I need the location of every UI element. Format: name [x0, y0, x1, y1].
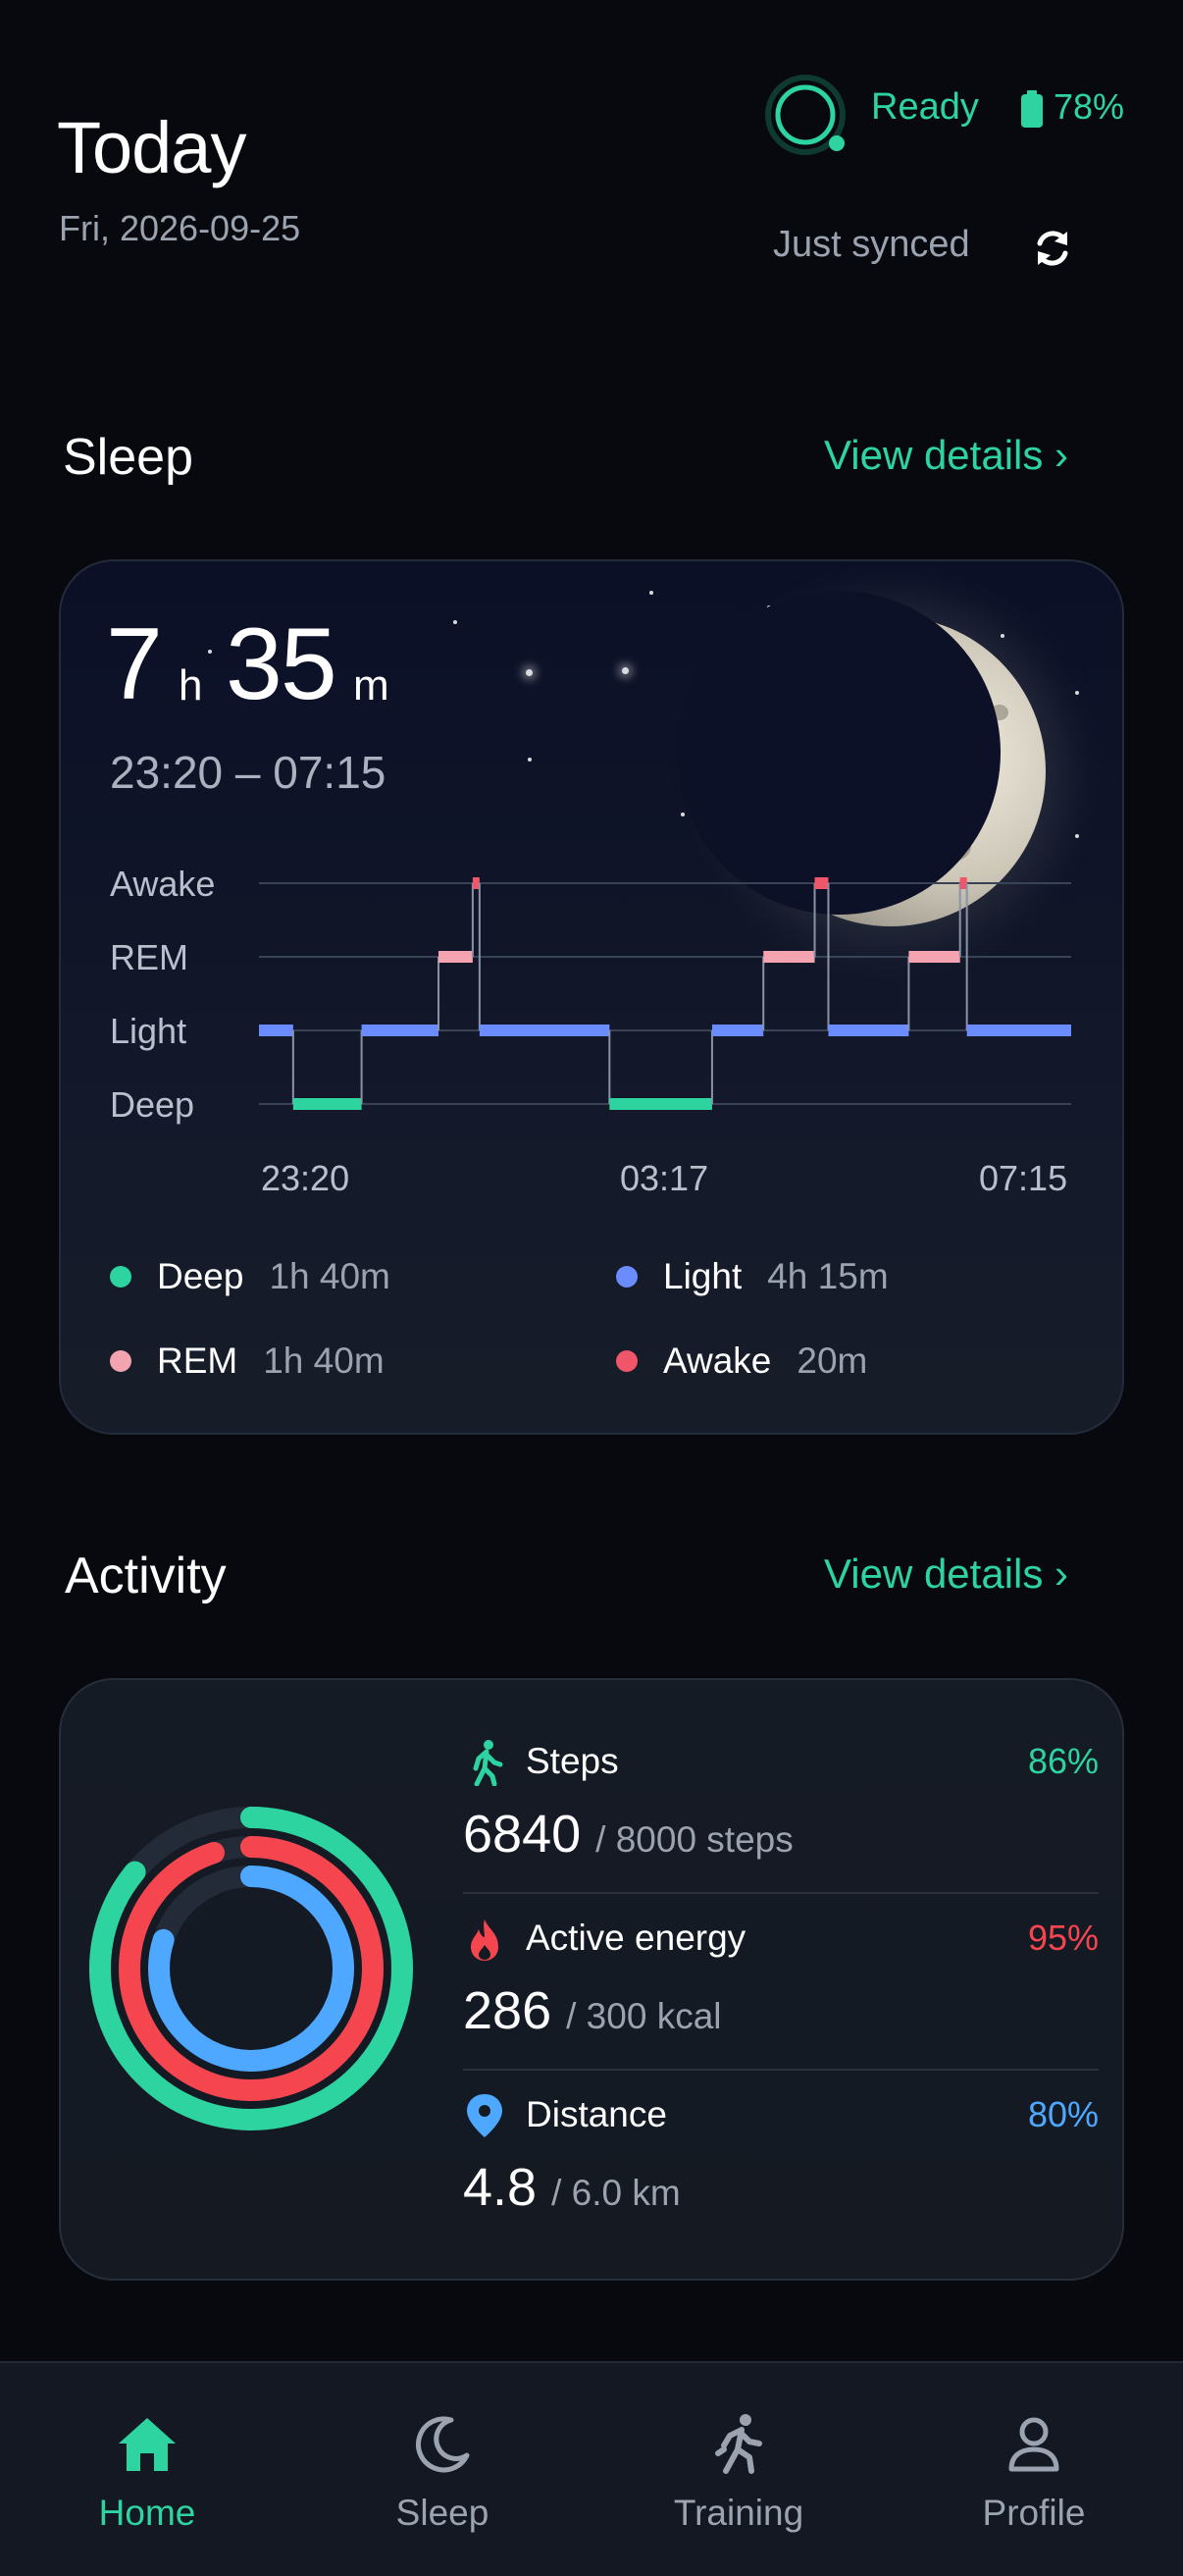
hypnogram-segment-light: [828, 1025, 909, 1036]
hypnogram-segment-light: [259, 1025, 293, 1036]
activity-rings: [89, 1807, 413, 2130]
nav-label: Training: [673, 2493, 804, 2533]
nav-item-training[interactable]: Training: [631, 2410, 847, 2534]
hypnogram-segment-light: [711, 1025, 764, 1036]
legend-value: 20m: [797, 1341, 868, 1381]
metric-value-row: 4.8 / 6.0 km: [463, 2157, 681, 2218]
page-date: Fri, 2026-09-25: [59, 208, 301, 248]
hypnogram-segment-rem: [438, 951, 473, 963]
legend-deep: Deep 1h 40m: [110, 1256, 390, 1297]
legend-value: 4h 15m: [767, 1256, 889, 1296]
activity-card[interactable]: Steps 86% 6840 / 8000 steps Active energ…: [59, 1678, 1124, 2281]
page-title: Today: [57, 107, 246, 188]
time-axis-end: 07:15: [979, 1158, 1068, 1198]
legend-value: 1h 40m: [263, 1341, 385, 1381]
nav-item-sleep[interactable]: Sleep: [334, 2410, 550, 2534]
activity-section-title: Activity: [65, 1548, 227, 1604]
hypnogram-segment-rem: [908, 951, 960, 963]
device-status-icon[interactable]: [763, 73, 848, 157]
nav-item-home[interactable]: Home: [39, 2410, 255, 2534]
metric-name: Active energy: [526, 1918, 746, 1958]
location-pin-icon: [467, 2094, 502, 2137]
hypnogram-segment-light: [361, 1025, 439, 1036]
hypnogram-chart[interactable]: [61, 561, 1124, 1307]
battery-percent: 78%: [1054, 86, 1125, 127]
sync-button[interactable]: [1026, 222, 1079, 275]
sync-icon: [1037, 231, 1068, 266]
metric-value-row: 286 / 300 kcal: [463, 1980, 722, 2041]
walking-icon: [473, 1740, 503, 1786]
sleep-card[interactable]: 7 h 35 m 23:20 – 07:15 Awake REM Light D…: [59, 559, 1124, 1435]
steps-metric[interactable]: Steps 86% 6840 / 8000 steps: [463, 1739, 1099, 1864]
metric-goal: / 6.0 km: [551, 2173, 681, 2213]
metric-name: Steps: [526, 1741, 619, 1781]
legend-dot-light: [616, 1266, 638, 1288]
legend-light: Light 4h 15m: [616, 1256, 889, 1297]
sleep-view-details-link[interactable]: View details ›: [824, 432, 1068, 479]
hypnogram-segment-deep: [292, 1098, 362, 1110]
metric-name: Distance: [526, 2094, 667, 2134]
home-icon: [119, 2418, 176, 2471]
legend-dot-awake: [616, 1350, 638, 1372]
legend-name: REM: [157, 1341, 238, 1381]
sync-status: Just synced: [773, 224, 970, 265]
device-status-label: Ready: [871, 86, 979, 128]
legend-value: 1h 40m: [269, 1256, 390, 1296]
legend-dot-deep: [110, 1266, 131, 1288]
hypnogram-segment-rem: [763, 951, 815, 963]
time-axis-start: 23:20: [261, 1158, 350, 1198]
legend-awake: Awake 20m: [616, 1341, 867, 1382]
hypnogram-segment-awake: [472, 877, 480, 889]
moon-icon: [416, 2416, 470, 2473]
metric-percent: 95%: [1027, 1918, 1099, 1958]
time-axis-mid: 03:17: [620, 1158, 709, 1198]
active-energy-metric[interactable]: Active energy 95% 286 / 300 kcal: [463, 1916, 1099, 2040]
sleep-section-title: Sleep: [63, 429, 193, 486]
metric-goal: / 300 kcal: [566, 1996, 722, 2036]
metric-value: 6840: [463, 1805, 582, 1864]
metric-value: 4.8: [463, 2158, 538, 2217]
activity-view-details-link[interactable]: View details ›: [824, 1551, 1068, 1598]
distance-metric[interactable]: Distance 80% 4.8 / 6.0 km: [463, 2092, 1099, 2217]
legend-name: Deep: [157, 1256, 244, 1296]
metric-percent: 86%: [1027, 1741, 1099, 1781]
metric-percent: 80%: [1027, 2094, 1099, 2134]
legend-dot-rem: [110, 1350, 131, 1372]
hypnogram-segment-awake: [814, 877, 829, 889]
metric-goal: / 8000 steps: [595, 1819, 794, 1860]
divider: [463, 2069, 1099, 2071]
metric-value-row: 6840 / 8000 steps: [463, 1804, 794, 1865]
divider: [463, 1892, 1099, 1894]
legend-name: Awake: [663, 1341, 772, 1381]
legend-name: Light: [663, 1256, 743, 1296]
hypnogram-segment-deep: [609, 1098, 712, 1110]
hypnogram-segment-light: [479, 1025, 610, 1036]
nav-item-profile[interactable]: Profile: [926, 2410, 1142, 2534]
flame-icon: [471, 1919, 498, 1961]
hypnogram-segment-awake: [959, 877, 967, 889]
bottom-nav: Home Sleep Training Profile: [0, 2361, 1183, 2576]
nav-label: Home: [98, 2493, 196, 2533]
nav-label: Sleep: [395, 2493, 489, 2533]
legend-rem: REM 1h 40m: [110, 1341, 385, 1382]
person-icon: [1008, 2417, 1059, 2472]
nav-label: Profile: [982, 2493, 1086, 2533]
metric-value: 286: [463, 1981, 552, 2040]
hypnogram-segment-light: [966, 1025, 1071, 1036]
battery-icon: [1021, 90, 1043, 128]
running-icon: [715, 2414, 762, 2474]
